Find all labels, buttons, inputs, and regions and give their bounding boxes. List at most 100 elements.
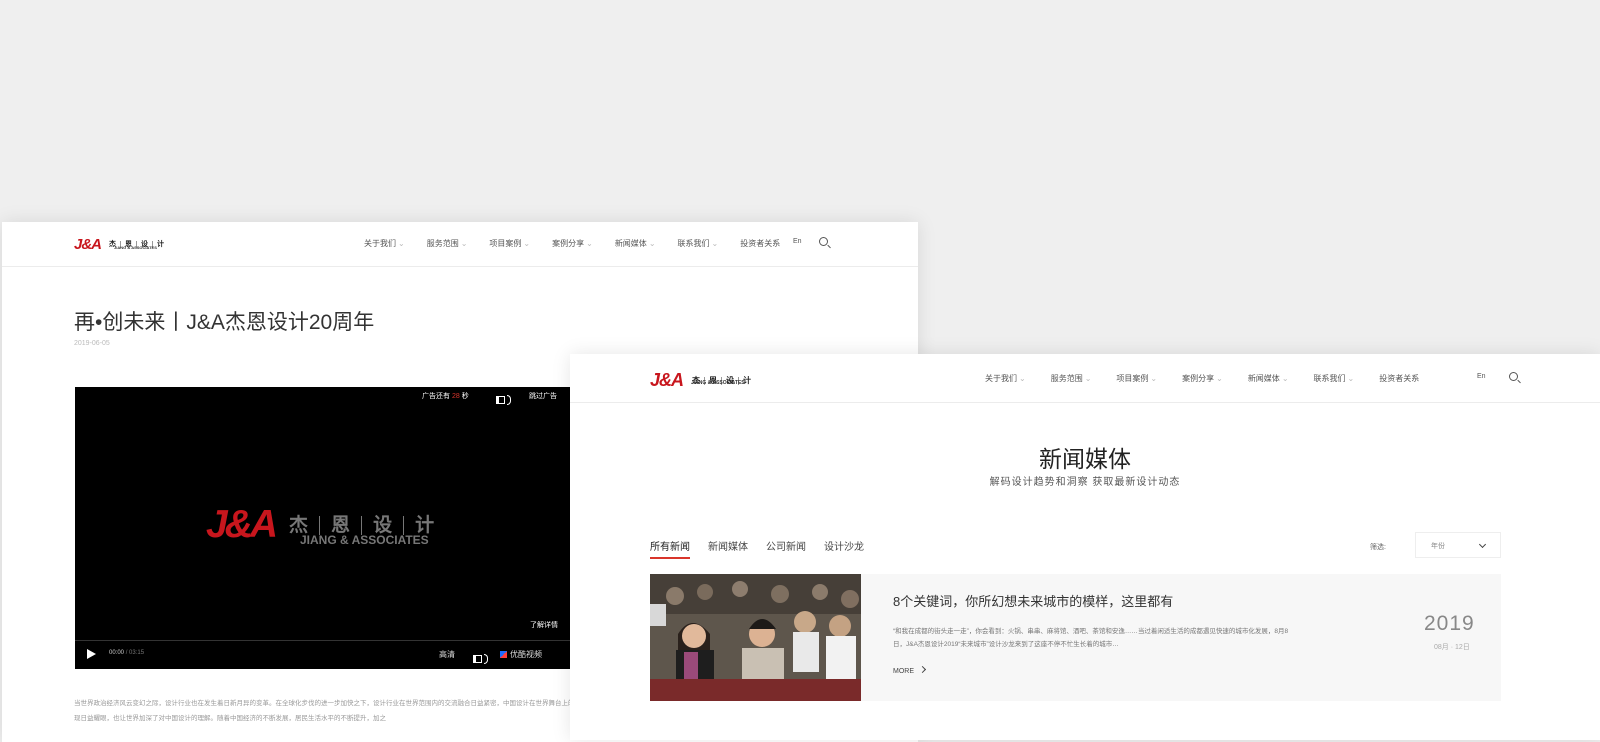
- nav-item-news[interactable]: 新闻媒体 ⌄: [1248, 373, 1289, 384]
- nav-label: 关于我们: [985, 374, 1017, 383]
- page-subtitle: 解码设计趋势和洞察 获取最新设计动态: [989, 477, 1181, 488]
- year-filter-select[interactable]: 年份: [1415, 532, 1501, 558]
- quality-button[interactable]: 高清: [439, 649, 455, 660]
- nav-item-contact[interactable]: 联系我们 ⌄: [1314, 373, 1355, 384]
- logo-mark: J&A: [74, 236, 102, 253]
- filter-value: 年份: [1431, 543, 1445, 550]
- nav-item-cases[interactable]: 案例分享 ⌄: [552, 238, 593, 249]
- volume-icon[interactable]: [472, 654, 488, 664]
- chevron-down-icon: ⌄: [1150, 374, 1158, 383]
- nav-item-contact[interactable]: 联系我们 ⌄: [678, 238, 719, 249]
- language-switch[interactable]: En: [1477, 373, 1486, 380]
- logo-english: JIANG & ASSOCIATES: [114, 245, 157, 250]
- ad-countdown-suffix: 秒: [461, 393, 469, 400]
- time-total: / 03:15: [125, 650, 145, 656]
- play-icon[interactable]: [87, 649, 96, 659]
- chevron-down-icon: ⌄: [1084, 374, 1092, 383]
- logo-char: 恩: [319, 515, 361, 535]
- tab-company-news[interactable]: 公司新闻: [766, 538, 806, 559]
- nav-label: 投资者关系: [740, 239, 781, 248]
- tab-all-news[interactable]: 所有新闻: [650, 538, 690, 559]
- news-thumbnail[interactable]: [650, 574, 861, 701]
- nav-item-investors[interactable]: 投资者关系: [1379, 373, 1419, 384]
- language-switch[interactable]: En: [793, 238, 802, 245]
- nav-item-about[interactable]: 关于我们 ⌄: [985, 373, 1026, 384]
- nav-label: 服务范围: [426, 239, 459, 248]
- provider-name: 优酷视频: [510, 650, 542, 659]
- logo[interactable]: J&A 杰恩设计 JIANG & ASSOCIATES: [74, 236, 168, 253]
- ad-countdown: 广告还有 28 秒: [422, 391, 469, 401]
- more-link[interactable]: MORE: [893, 665, 927, 675]
- search-icon[interactable]: [819, 237, 828, 246]
- chevron-right-icon: [918, 665, 927, 674]
- article-title: 再•创未来丨J&A杰恩设计20周年: [74, 311, 375, 334]
- video-logo-english: JIANG & ASSOCIATES: [300, 533, 429, 547]
- main-nav: 关于我们 ⌄ 服务范围 ⌄ 项目案例 ⌄ 案例分享 ⌄ 新闻媒体 ⌄ 联系我们 ⌄ 投资者关…: [985, 373, 1444, 384]
- logo-english: JIANG & ASSOCIATES: [691, 380, 745, 386]
- ad-countdown-prefix: 广告还有: [422, 393, 450, 400]
- nav-label: 新闻媒体: [614, 239, 647, 248]
- logo-mark: J&A: [650, 370, 684, 390]
- chevron-down-icon: ⌄: [711, 239, 719, 248]
- chevron-down-icon: ⌄: [1347, 374, 1355, 383]
- chevron-down-icon: ⌄: [523, 239, 531, 248]
- video-logo-mark: J&A: [206, 503, 278, 546]
- provider-logo[interactable]: 优酷视频: [500, 649, 542, 660]
- time-current: 00:00: [109, 650, 125, 656]
- chevron-down-icon: ⌄: [1216, 374, 1223, 383]
- nav-label: 新闻媒体: [1247, 374, 1280, 383]
- filter-label: 筛选:: [1370, 544, 1386, 551]
- nav-item-cases[interactable]: 案例分享 ⌄: [1182, 373, 1223, 384]
- search-icon[interactable]: [1509, 372, 1518, 381]
- nav-item-projects[interactable]: 项目案例 ⌄: [1116, 373, 1157, 384]
- nav-label: 服务范围: [1050, 374, 1083, 383]
- chevron-down-icon: [1478, 540, 1487, 549]
- chevron-down-icon: ⌄: [586, 239, 593, 248]
- logo[interactable]: J&A 杰恩设计 JIANG & ASSOCIATES: [650, 370, 755, 391]
- chevron-down-icon: ⌄: [1019, 374, 1026, 383]
- chevron-down-icon: ⌄: [398, 239, 405, 248]
- video-logo-chinese: 杰恩设计: [289, 514, 445, 536]
- chevron-down-icon: ⌄: [460, 239, 468, 248]
- nav-item-about[interactable]: 关于我们 ⌄: [364, 238, 405, 249]
- tab-news-media[interactable]: 新闻媒体: [708, 538, 748, 559]
- nav-label: 关于我们: [364, 239, 396, 248]
- ad-countdown-seconds: 28: [451, 393, 460, 400]
- news-excerpt: “和我在成都的街头走一走”，你会看到：火锅、串串、麻将馆、酒吧、茶馆和安逸……当…: [893, 628, 1289, 648]
- nav-item-investors[interactable]: 投资者关系: [740, 238, 780, 249]
- video-player[interactable]: 广告还有 28 秒 跳过广告 J&A 杰恩设计 JIANG & ASSOCIAT…: [75, 387, 575, 669]
- chevron-down-icon: ⌄: [648, 239, 656, 248]
- news-title[interactable]: 8个关键词，你所幻想未来城市的模样，这里都有: [893, 591, 1173, 610]
- news-item[interactable]: 8个关键词，你所幻想未来城市的模样，这里都有 “和我在成都的街头走一走”，你会看…: [650, 574, 1501, 701]
- nav-item-services[interactable]: 服务范围 ⌄: [427, 238, 468, 249]
- nav-label: 联系我们: [677, 239, 710, 248]
- video-time: 00:00 / 03:15: [109, 650, 144, 656]
- nav-item-services[interactable]: 服务范围 ⌄: [1051, 373, 1092, 384]
- nav-label: 案例分享: [1182, 374, 1215, 383]
- nav-label: 案例分享: [552, 239, 585, 248]
- news-tabs: 所有新闻 新闻媒体 公司新闻 设计沙龙: [650, 538, 882, 559]
- video-controls: 00:00 / 03:15 高清 优酷视频: [75, 640, 575, 669]
- skip-ad-button[interactable]: 跳过广告: [529, 391, 557, 401]
- article-date: 2019-06-05: [74, 340, 110, 347]
- nav-item-news[interactable]: 新闻媒体 ⌄: [615, 238, 656, 249]
- more-label: MORE: [893, 668, 914, 675]
- logo-char: 杰: [289, 514, 309, 536]
- learn-more-link[interactable]: 了解详情: [530, 620, 558, 630]
- header: J&A 杰恩设计 JIANG & ASSOCIATES 关于我们 ⌄ 服务范围 ⌄ …: [2, 222, 918, 267]
- nav-label: 联系我们: [1313, 374, 1346, 383]
- logo-char: 计: [403, 515, 445, 535]
- nav-label: 投资者关系: [1379, 374, 1420, 383]
- news-page-window: J&A 杰恩设计 JIANG & ASSOCIATES 关于我们 ⌄ 服务范围 ⌄ …: [570, 354, 1600, 740]
- nav-label: 项目案例: [489, 239, 522, 248]
- page-title: 新闻媒体: [1039, 446, 1131, 472]
- volume-icon[interactable]: [495, 395, 511, 405]
- news-date: 08月 · 12日: [1434, 644, 1470, 651]
- article-body: 当世界政治经济风云变幻之际，设计行业也在发生着日新月异的变革。在全球化步伐的进一…: [74, 700, 581, 722]
- tab-design-salon[interactable]: 设计沙龙: [824, 538, 864, 559]
- video-logo: J&A 杰恩设计 JIANG & ASSOCIATES: [206, 503, 445, 547]
- youku-icon: [500, 651, 507, 658]
- nav-label: 项目案例: [1116, 374, 1149, 383]
- logo-char: 设: [361, 515, 403, 535]
- nav-item-projects[interactable]: 项目案例 ⌄: [489, 238, 530, 249]
